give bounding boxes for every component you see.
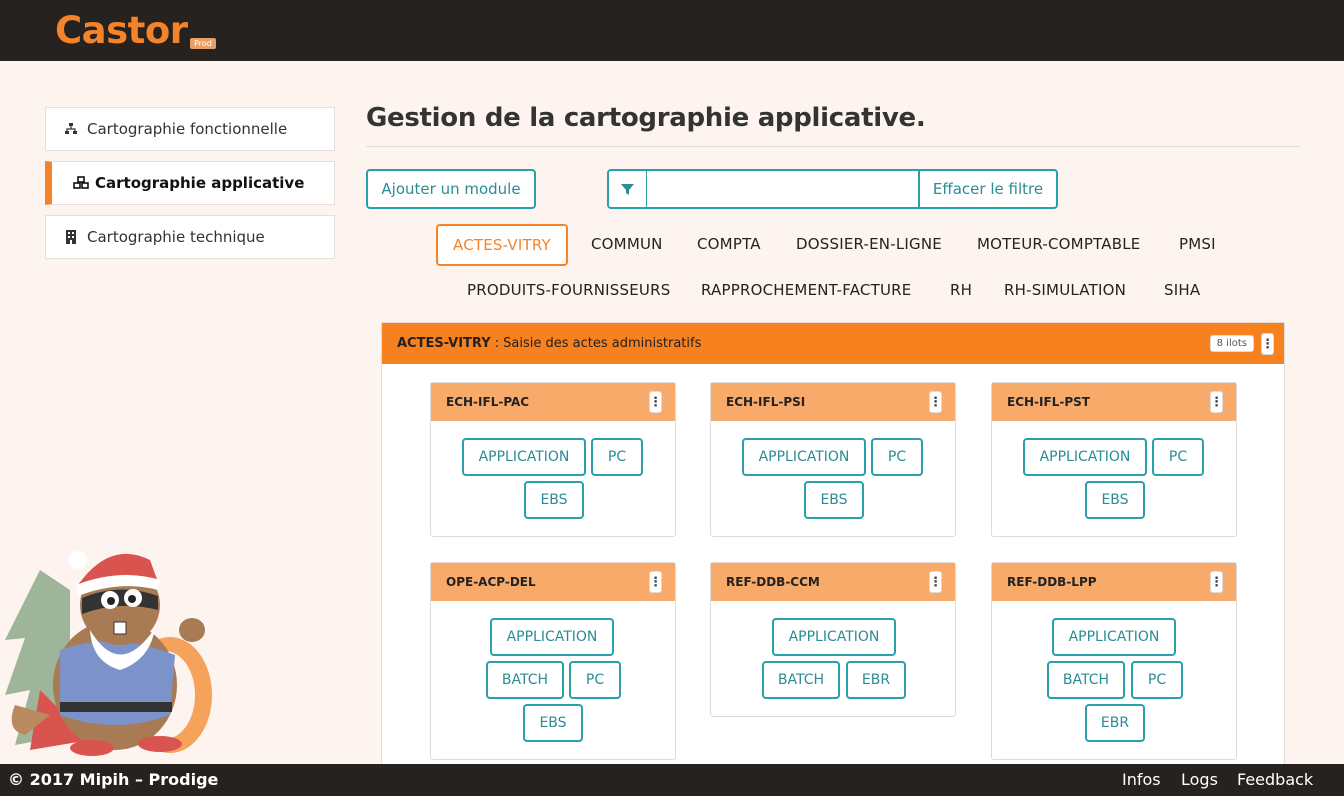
chip-ebr[interactable]: EBR — [1085, 704, 1145, 742]
card-header: REF-DDB-CCM ⋮ — [711, 563, 955, 601]
sidebar-item-cartographie-fonctionnelle[interactable]: Cartographie fonctionnelle — [45, 107, 335, 151]
card-title: REF-DDB-CCM — [726, 575, 820, 589]
sidebar-item-cartographie-technique[interactable]: Cartographie technique — [45, 215, 335, 259]
chip-pc[interactable]: PC — [1131, 661, 1183, 699]
clear-filter-button[interactable]: Effacer le filtre — [918, 171, 1056, 207]
more-vertical-icon[interactable]: ⋮ — [1210, 391, 1223, 413]
building-icon — [64, 230, 78, 244]
card-header: REF-DDB-LPP ⋮ — [992, 563, 1236, 601]
chip-application[interactable]: APPLICATION — [490, 618, 614, 656]
more-vertical-icon[interactable]: ⋮ — [649, 571, 662, 593]
ilot-card: OPE-ACP-DEL ⋮ APPLICATION BATCH PC EBS — [430, 562, 676, 760]
chip-batch[interactable]: BATCH — [1047, 661, 1125, 699]
chip-pc[interactable]: PC — [871, 438, 923, 476]
more-vertical-icon[interactable]: ⋮ — [1261, 333, 1274, 355]
card-header: OPE-ACP-DEL ⋮ — [431, 563, 675, 601]
card-title: ECH-IFL-PAC — [446, 395, 530, 409]
panel-module-description: : Saisie des actes administratifs — [494, 336, 702, 351]
cubes-icon — [72, 176, 89, 190]
sidebar-item-label: Cartographie fonctionnelle — [87, 120, 288, 138]
card-title: ECH-IFL-PST — [1007, 395, 1090, 409]
ilot-card: ECH-IFL-PSI ⋮ APPLICATION PC EBS — [710, 382, 956, 537]
sidebar-item-cartographie-applicative[interactable]: Cartographie applicative — [45, 161, 335, 205]
more-vertical-icon[interactable]: ⋮ — [929, 571, 942, 593]
tab-produits-fournisseurs[interactable]: PRODUITS-FOURNISSEURS — [467, 281, 670, 299]
env-badge: Prod — [190, 38, 216, 49]
more-vertical-icon[interactable]: ⋮ — [929, 391, 942, 413]
sidebar-item-label: Cartographie applicative — [95, 174, 305, 192]
tab-rh-simulation[interactable]: RH-SIMULATION — [1004, 281, 1126, 299]
top-navbar: Castor Prod — [0, 0, 1344, 61]
sidebar-item-label: Cartographie technique — [87, 228, 265, 246]
chip-application[interactable]: APPLICATION — [742, 438, 866, 476]
footer-link-logs[interactable]: Logs — [1181, 770, 1218, 789]
sidebar: Cartographie fonctionnelle Cartographie … — [45, 107, 335, 269]
tab-compta[interactable]: COMPTA — [697, 235, 761, 253]
chip-pc[interactable]: PC — [569, 661, 621, 699]
beaver-mascot-icon — [5, 551, 212, 756]
chip-ebr[interactable]: EBR — [846, 661, 906, 699]
card-title: ECH-IFL-PSI — [726, 395, 806, 409]
footer-link-feedback[interactable]: Feedback — [1237, 770, 1313, 789]
tab-siha[interactable]: SIHA — [1164, 281, 1200, 299]
add-module-button[interactable]: Ajouter un module — [366, 169, 536, 209]
chip-ebs[interactable]: EBS — [804, 481, 864, 519]
filter-input[interactable] — [647, 171, 918, 207]
filter-icon[interactable] — [609, 171, 647, 207]
chip-application[interactable]: APPLICATION — [1023, 438, 1147, 476]
ilot-card: REF-DDB-LPP ⋮ APPLICATION BATCH PC EBR — [991, 562, 1237, 760]
chip-ebs[interactable]: EBS — [524, 481, 584, 519]
ilot-card: REF-DDB-CCM ⋮ APPLICATION BATCH EBR — [710, 562, 956, 717]
chip-batch[interactable]: BATCH — [762, 661, 840, 699]
chip-pc[interactable]: PC — [1152, 438, 1204, 476]
tab-commun[interactable]: COMMUN — [591, 235, 663, 253]
card-header: ECH-IFL-PSI ⋮ — [711, 383, 955, 421]
ilot-card: ECH-IFL-PST ⋮ APPLICATION PC EBS — [991, 382, 1237, 537]
tab-rapprochement-facture[interactable]: RAPPROCHEMENT-FACTURE — [701, 281, 911, 299]
chip-batch[interactable]: BATCH — [486, 661, 564, 699]
chip-application[interactable]: APPLICATION — [462, 438, 586, 476]
card-title: REF-DDB-LPP — [1007, 575, 1097, 589]
chip-application[interactable]: APPLICATION — [1052, 618, 1176, 656]
card-header: ECH-IFL-PST ⋮ — [992, 383, 1236, 421]
app-logo[interactable]: Castor — [55, 9, 188, 52]
panel-module-name: ACTES-VITRY — [397, 336, 491, 351]
tab-dossier-en-ligne[interactable]: DOSSIER-EN-LIGNE — [796, 235, 942, 253]
ilot-card: ECH-IFL-PAC ⋮ APPLICATION PC EBS — [430, 382, 676, 537]
panel-header: ACTES-VITRY : Saisie des actes administr… — [382, 323, 1284, 364]
tab-actes-vitry[interactable]: ACTES-VITRY — [436, 224, 568, 266]
tab-moteur-comptable[interactable]: MOTEUR-COMPTABLE — [977, 235, 1140, 253]
page-title: Gestion de la cartographie applicative. — [366, 103, 926, 133]
ilot-count-badge: 8 ilots — [1209, 335, 1254, 352]
title-divider — [366, 146, 1300, 147]
chip-application[interactable]: APPLICATION — [772, 618, 896, 656]
card-header: ECH-IFL-PAC ⋮ — [431, 383, 675, 421]
chip-ebs[interactable]: EBS — [1085, 481, 1145, 519]
tab-rh[interactable]: RH — [950, 281, 972, 299]
sitemap-icon — [64, 122, 78, 136]
chip-ebs[interactable]: EBS — [523, 704, 583, 742]
tab-pmsi[interactable]: PMSI — [1179, 235, 1216, 253]
filter-group: Effacer le filtre — [607, 169, 1058, 209]
card-title: OPE-ACP-DEL — [446, 575, 536, 589]
footer: © 2017 Mipih – Prodige Infos Logs Feedba… — [0, 764, 1344, 796]
more-vertical-icon[interactable]: ⋮ — [649, 391, 662, 413]
chip-pc[interactable]: PC — [591, 438, 643, 476]
footer-link-infos[interactable]: Infos — [1122, 770, 1161, 789]
footer-copyright: © 2017 Mipih – Prodige — [8, 770, 219, 789]
module-panel: ACTES-VITRY : Saisie des actes administr… — [381, 322, 1285, 782]
more-vertical-icon[interactable]: ⋮ — [1210, 571, 1223, 593]
